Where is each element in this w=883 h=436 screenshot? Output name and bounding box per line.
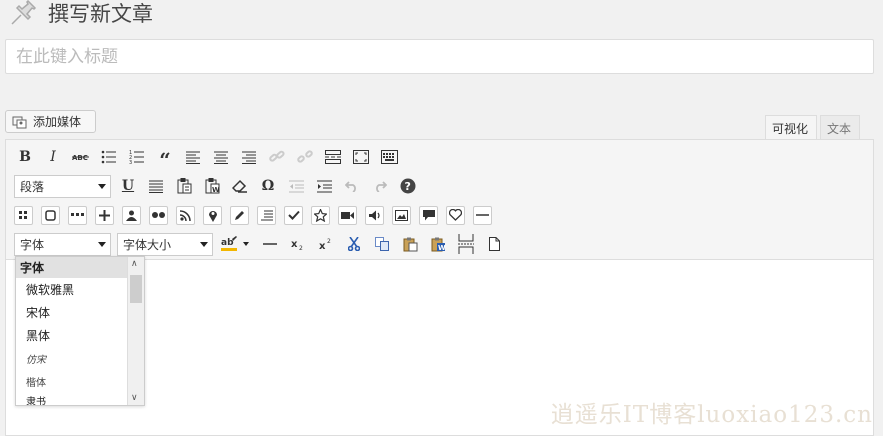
subscript-icon[interactable]: x2: [287, 233, 309, 255]
svg-text:ab: ab: [221, 238, 234, 248]
paste-icon[interactable]: [399, 233, 421, 255]
scrollbar-thumb[interactable]: [130, 275, 142, 303]
svg-text:3: 3: [129, 160, 132, 164]
svg-text:ABC: ABC: [72, 154, 88, 162]
double-dot-icon[interactable]: [149, 205, 168, 225]
numbered-list-icon[interactable]: 123: [126, 146, 148, 168]
toolbar-row-4: 字体 字体大小 ab x2 x2 W: [14, 231, 511, 257]
fullscreen-icon[interactable]: [350, 146, 372, 168]
format-select-value: 段落: [20, 179, 45, 194]
checkmark-icon[interactable]: [284, 205, 303, 225]
unlink-icon[interactable]: [294, 146, 316, 168]
text-block-icon[interactable]: [257, 205, 276, 225]
font-option[interactable]: 宋体: [16, 301, 128, 324]
font-family-select-value: 字体: [20, 237, 45, 252]
comment-icon[interactable]: [419, 205, 438, 225]
tab-text[interactable]: 文本: [820, 115, 860, 140]
font-option[interactable]: 微软雅黑: [16, 278, 128, 301]
strikethrough-button[interactable]: ABC: [70, 146, 92, 168]
outdent-icon[interactable]: [285, 175, 307, 197]
pencil-icon[interactable]: [230, 205, 249, 225]
chevron-down-icon: [98, 183, 106, 189]
plus-icon[interactable]: [95, 205, 114, 225]
superscript-icon[interactable]: x2: [315, 233, 337, 255]
new-document-icon[interactable]: [483, 233, 505, 255]
dropdown-scrollbar[interactable]: ∧ ∨: [127, 257, 144, 405]
read-more-icon[interactable]: [322, 146, 344, 168]
page-header: 撰写新文章: [6, 0, 153, 26]
italic-button[interactable]: I: [42, 146, 64, 168]
indent-icon[interactable]: [313, 175, 335, 197]
align-left-icon[interactable]: [182, 146, 204, 168]
justify-icon[interactable]: [145, 175, 167, 197]
add-media-label: 添加媒体: [33, 115, 82, 129]
insert-link-icon[interactable]: [266, 146, 288, 168]
font-option[interactable]: 黑体: [16, 324, 128, 347]
toolbar-row-3: [14, 202, 500, 228]
redo-icon[interactable]: [369, 175, 391, 197]
underline-button[interactable]: U: [117, 175, 139, 197]
svg-text:W: W: [212, 186, 220, 194]
toolbar-row-2: 段落 U W Ω ?: [14, 173, 425, 199]
bold-button[interactable]: B: [14, 146, 36, 168]
watermark: 逍遥乐IT博客luoxiao123.cn: [550, 402, 873, 428]
horizontal-rule-icon[interactable]: [473, 205, 492, 225]
user-icon[interactable]: [122, 205, 141, 225]
font-option[interactable]: 楷体: [16, 370, 128, 393]
horizontal-line-icon[interactable]: [259, 233, 281, 255]
copy-icon[interactable]: [371, 233, 393, 255]
align-right-icon[interactable]: [238, 146, 260, 168]
chevron-down-icon: [200, 241, 208, 247]
pushpin-icon: [6, 0, 40, 26]
audio-icon[interactable]: [365, 205, 384, 225]
help-icon[interactable]: ?: [397, 175, 419, 197]
special-character-icon[interactable]: Ω: [257, 175, 279, 197]
clear-formatting-icon[interactable]: [229, 175, 251, 197]
image-icon[interactable]: [392, 205, 411, 225]
star-icon[interactable]: [311, 205, 330, 225]
svg-text:?: ?: [405, 180, 411, 193]
svg-text:2: 2: [299, 245, 303, 251]
location-pin-icon[interactable]: [203, 205, 222, 225]
video-icon[interactable]: [338, 205, 357, 225]
paste-from-word-icon[interactable]: W: [427, 233, 449, 255]
svg-text:2: 2: [327, 238, 331, 245]
svg-text:W: W: [438, 244, 446, 252]
svg-text:x: x: [319, 241, 326, 251]
undo-icon[interactable]: [341, 175, 363, 197]
post-title-input[interactable]: [5, 39, 874, 74]
page-break-icon[interactable]: [455, 233, 477, 255]
scroll-down-icon[interactable]: ∨: [131, 393, 138, 403]
font-option[interactable]: 隶书: [16, 393, 128, 405]
grid-icon[interactable]: [14, 205, 33, 225]
dropdown-header: 字体: [16, 257, 128, 278]
cut-icon[interactable]: [343, 233, 365, 255]
text-color-icon[interactable]: ab: [219, 233, 253, 255]
add-media-button[interactable]: 添加媒体: [5, 110, 96, 133]
align-center-icon[interactable]: [210, 146, 232, 168]
chevron-down-icon: [98, 241, 106, 247]
more-dots-icon[interactable]: [68, 205, 87, 225]
blockquote-icon[interactable]: “: [154, 146, 176, 170]
toolbar-toggle-icon[interactable]: [378, 146, 400, 168]
editor-toolbar: B I ABC 123 “ 段落 U W Ω ? 字体 字体大小 ab x 2 …: [6, 140, 873, 260]
font-option[interactable]: 仿宋: [16, 347, 128, 370]
box-icon[interactable]: [41, 205, 60, 225]
paste-word-icon[interactable]: W: [201, 175, 223, 197]
font-size-select-value: 字体大小: [123, 237, 172, 252]
font-size-select[interactable]: 字体大小: [117, 232, 213, 256]
paste-text-icon[interactable]: [173, 175, 195, 197]
svg-text:x: x: [291, 239, 298, 250]
font-family-dropdown: 字体 微软雅黑 宋体 黑体 仿宋 楷体 隶书 ∧ ∨: [15, 256, 145, 406]
scroll-up-icon[interactable]: ∧: [131, 259, 138, 269]
font-family-select[interactable]: 字体: [14, 232, 111, 256]
heart-icon[interactable]: [446, 205, 465, 225]
media-icon: [12, 115, 28, 129]
bullet-list-icon[interactable]: [98, 146, 120, 168]
rss-icon[interactable]: [176, 205, 195, 225]
format-select[interactable]: 段落: [14, 174, 111, 198]
page-title: 撰写新文章: [48, 2, 153, 26]
tab-visual[interactable]: 可视化: [765, 115, 817, 140]
toolbar-row-1: B I ABC 123 “: [14, 144, 406, 170]
